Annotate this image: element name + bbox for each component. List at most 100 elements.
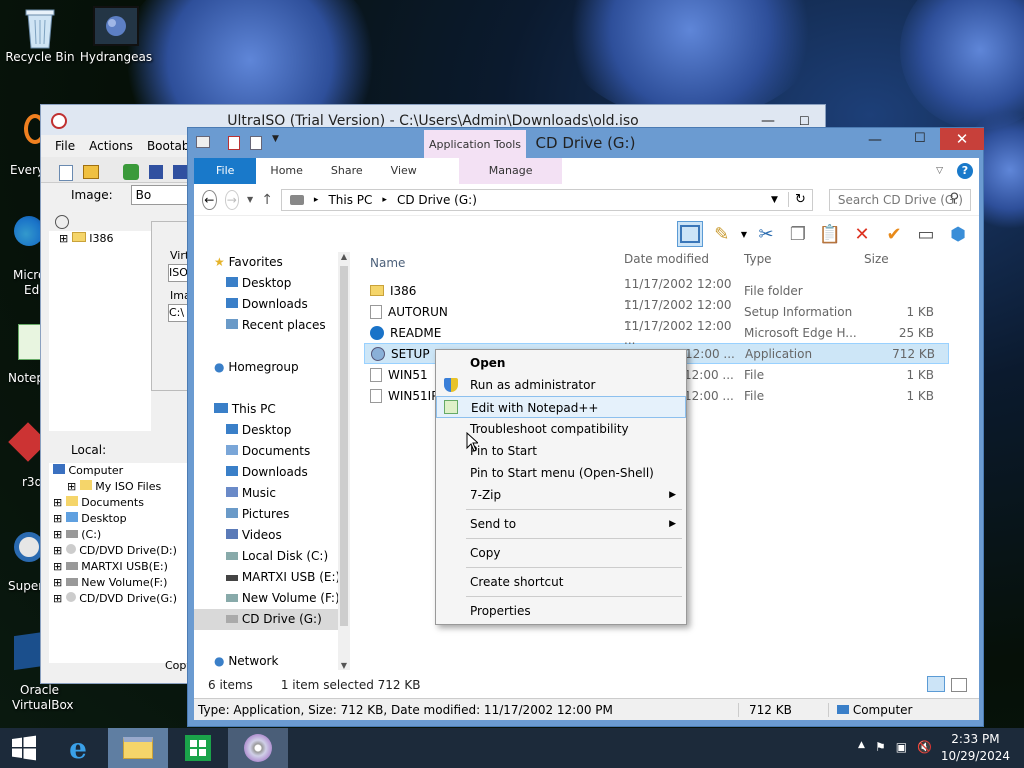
tab-manage[interactable]: Manage <box>458 158 563 184</box>
scroll-thumb[interactable] <box>340 266 348 626</box>
menu-copy[interactable]: Copy <box>436 542 686 564</box>
preview-pane-icon[interactable] <box>676 221 703 247</box>
paste-icon[interactable]: 📋 <box>817 221 843 247</box>
scroll-down-icon[interactable]: ▼ <box>338 661 350 670</box>
copy-icon[interactable]: ❐ <box>785 221 811 247</box>
forward-icon[interactable]: → <box>224 189 240 210</box>
recent-locations-icon[interactable]: ▼ <box>247 195 253 204</box>
address-bar[interactable]: ▸ This PC ▸ CD Drive (G:) ▼ ↻ <box>280 188 813 211</box>
local-tree-computer[interactable]: Computer <box>49 463 189 479</box>
properties-icon[interactable]: ▭ <box>913 221 939 247</box>
column-name[interactable]: Name <box>364 252 624 274</box>
menu-send-to[interactable]: Send to ▶ <box>436 513 686 535</box>
local-tree-item[interactable]: ⊞ CD/DVD Drive(G:) <box>49 591 189 607</box>
column-type[interactable]: Type <box>744 252 864 274</box>
help-icon[interactable]: ? <box>957 163 973 179</box>
menu-7zip[interactable]: 7-Zip ▶ <box>436 484 686 506</box>
network-tray-icon[interactable]: ▣ <box>896 740 907 754</box>
tab-view[interactable]: View <box>377 158 431 184</box>
menu-edit-notepadpp[interactable]: Edit with Notepad++ <box>436 396 686 418</box>
menu-create-shortcut[interactable]: Create shortcut <box>436 571 686 593</box>
ribbon-expand-icon[interactable]: ▽ <box>936 166 943 176</box>
nav-item[interactable]: Recent places <box>194 315 350 336</box>
breadcrumb-this-pc[interactable]: This PC <box>328 193 372 207</box>
minimize-icon[interactable]: — <box>868 132 882 148</box>
menu-pin-start-openshell[interactable]: Pin to Start menu (Open-Shell) <box>436 462 686 484</box>
tab-file[interactable]: File <box>194 158 257 184</box>
save-as-icon[interactable] <box>173 165 187 179</box>
column-date[interactable]: Date modified <box>624 252 744 274</box>
chevron-down-icon[interactable]: ▼ <box>741 230 747 239</box>
menu-file[interactable]: File <box>55 139 75 153</box>
desktop-icon-label[interactable]: Oracle <box>20 683 59 697</box>
nav-item[interactable]: Downloads <box>194 294 350 315</box>
large-icons-view-icon[interactable] <box>951 678 967 692</box>
nav-item-cd-drive[interactable]: CD Drive (G:) <box>194 609 338 630</box>
nav-network[interactable]: ● Network <box>194 651 350 672</box>
local-tree-item[interactable]: ⊞ Desktop <box>49 511 189 527</box>
open-icon[interactable] <box>83 165 99 179</box>
address-dropdown-icon[interactable]: ▼ <box>771 195 778 205</box>
scroll-up-icon[interactable]: ▲ <box>338 252 350 261</box>
start-button[interactable] <box>0 728 48 768</box>
desktop-icon-label[interactable]: VirtualBox <box>12 698 74 712</box>
local-tree-item[interactable]: ⊞ MARTXI USB(E:) <box>49 559 189 575</box>
local-tree-item[interactable]: ⊞ My ISO Files <box>49 479 189 495</box>
show-hidden-icons-icon[interactable]: ▲ <box>858 740 865 754</box>
refresh-icon[interactable]: ↻ <box>787 192 812 207</box>
nav-item[interactable]: MARTXI USB (E:) <box>194 567 350 588</box>
maximize-icon[interactable]: ☐ <box>914 131 926 146</box>
tree-item-i386[interactable]: ⊞ I386 <box>49 231 151 247</box>
volume-muted-icon[interactable]: 🔇 <box>917 740 932 754</box>
breadcrumb-cd-drive[interactable]: CD Drive (G:) <box>397 193 477 207</box>
desktop-icon-recycle-bin[interactable]: Recycle Bin <box>2 6 78 64</box>
nav-scrollbar[interactable]: ▲ ▼ <box>338 252 350 670</box>
menu-properties[interactable]: Properties <box>436 600 686 622</box>
new-icon[interactable] <box>59 165 73 181</box>
up-icon[interactable]: ↑ <box>261 192 273 208</box>
local-tree-item[interactable]: ⊞ (C:) <box>49 527 189 543</box>
local-tree-item[interactable]: ⊞ Documents <box>49 495 189 511</box>
nav-item[interactable]: Documents <box>194 441 350 462</box>
desktop-icon-label[interactable]: Super <box>8 579 43 593</box>
explorer-titlebar[interactable]: ▼ Application Tools CD Drive (G:) — ☐ ✕ <box>188 128 984 158</box>
cut-icon[interactable]: ✂ <box>753 221 779 247</box>
details-view-icon[interactable] <box>927 676 945 692</box>
menu-actions[interactable]: Actions <box>89 139 133 153</box>
back-icon[interactable]: ← <box>202 189 217 210</box>
taskbar-store[interactable] <box>168 728 228 768</box>
nav-item[interactable]: Pictures <box>194 504 350 525</box>
nav-item[interactable]: Local Disk (C:) <box>194 546 350 567</box>
taskbar-ie[interactable]: e <box>48 728 108 768</box>
delete-icon[interactable]: ✕ <box>849 221 875 247</box>
taskbar-explorer[interactable] <box>108 728 168 768</box>
nav-item[interactable]: Music <box>194 483 350 504</box>
taskbar-ultraiso[interactable] <box>228 728 288 768</box>
desktop-icon-label[interactable]: Every <box>10 163 44 177</box>
nav-this-pc[interactable]: This PC <box>194 399 350 420</box>
local-tree-item[interactable]: ⊞ CD/DVD Drive(D:) <box>49 543 189 559</box>
nav-item[interactable]: New Volume (F:) <box>194 588 350 609</box>
tab-home[interactable]: Home <box>256 158 316 184</box>
rename-icon[interactable]: ✔ <box>881 221 907 247</box>
local-tree-item[interactable]: ⊞ New Volume(F:) <box>49 575 189 591</box>
close-icon[interactable]: ✕ <box>940 128 984 150</box>
tab-share[interactable]: Share <box>317 158 377 184</box>
nav-homegroup[interactable]: ● Homegroup <box>194 357 350 378</box>
menu-open[interactable]: Open <box>436 352 686 374</box>
nav-favorites[interactable]: ★ Favorites <box>194 252 350 273</box>
desktop-icon-hydrangeas[interactable]: Hydrangeas <box>78 6 154 64</box>
nav-item[interactable]: Videos <box>194 525 350 546</box>
action-center-flag-icon[interactable]: ⚑ <box>875 740 886 754</box>
properties-check-icon[interactable]: ✎ <box>709 221 735 247</box>
save-icon[interactable] <box>149 165 163 179</box>
taskbar-clock[interactable]: 2:33 PM 10/29/2024 <box>941 731 1010 765</box>
network-icon[interactable]: ⬢ <box>945 221 971 247</box>
desktop-icon-label[interactable]: Notep <box>8 371 44 385</box>
image-bootable-field[interactable]: Bo <box>130 185 191 205</box>
nav-item[interactable]: Downloads <box>194 462 350 483</box>
extract-icon[interactable] <box>123 164 139 180</box>
nav-item[interactable]: Desktop <box>194 420 350 441</box>
file-row[interactable]: README 11/17/2002 12:00 ... Microsoft Ed… <box>364 319 949 347</box>
nav-item[interactable]: Desktop <box>194 273 350 294</box>
